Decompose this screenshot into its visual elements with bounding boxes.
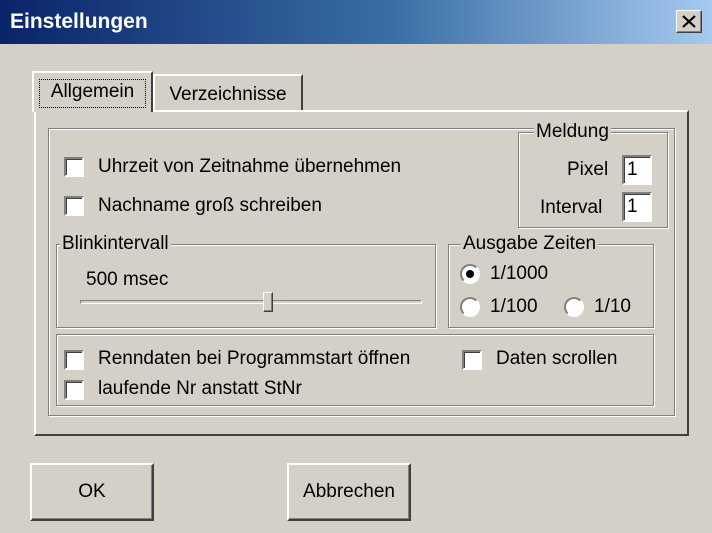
radio-1-10-label: 1/10 (594, 296, 631, 317)
close-button[interactable] (676, 10, 702, 33)
pixel-label: Pixel (567, 159, 609, 180)
tab-allgemein-label: Allgemein (50, 81, 135, 102)
pixel-input[interactable]: 1 (622, 155, 652, 185)
radio-selected-dot (466, 270, 474, 278)
nachname-label: Nachname groß schreiben (98, 195, 322, 216)
interval-label: Interval (540, 197, 603, 218)
window-title: Einstellungen (10, 10, 148, 33)
laufende-label: laufende Nr anstatt StNr (98, 378, 302, 399)
radio-1-1000-label: 1/1000 (490, 263, 549, 284)
meldung-legend: Meldung (534, 121, 611, 142)
radio-1-100-label: 1/100 (490, 296, 538, 317)
blink-slider[interactable] (80, 292, 422, 316)
interval-input[interactable]: 1 (622, 192, 652, 222)
renndaten-checkbox[interactable] (64, 350, 84, 370)
uhrzeit-label: Uhrzeit von Zeitnahme übernehmen (98, 156, 402, 177)
ausgabe-zeiten-legend: Ausgabe Zeiten (461, 233, 599, 254)
cancel-button[interactable]: Abbrechen (287, 463, 411, 521)
renndaten-label: Renndaten bei Programmstart öffnen (98, 348, 411, 369)
radio-1-100[interactable] (460, 297, 480, 317)
slider-track (80, 300, 422, 304)
laufende-checkbox[interactable] (64, 380, 84, 400)
scrollen-checkbox[interactable] (462, 350, 482, 370)
nachname-checkbox[interactable] (64, 196, 84, 216)
blinkintervall-legend: Blinkintervall (60, 233, 171, 254)
radio-1-1000[interactable] (460, 264, 480, 284)
tab-verzeichnisse-label: Verzeichnisse (169, 84, 287, 105)
ok-button[interactable]: OK (30, 463, 154, 521)
radio-1-10[interactable] (564, 297, 584, 317)
title-bar: Einstellungen (0, 0, 712, 44)
tab-verzeichnisse[interactable]: Verzeichnisse (153, 74, 303, 112)
tab-allgemein[interactable]: Allgemein (32, 71, 153, 112)
blink-value: 500 msec (86, 269, 169, 290)
uhrzeit-checkbox[interactable] (64, 157, 84, 177)
close-icon (682, 15, 696, 28)
scrollen-label: Daten scrollen (496, 348, 618, 369)
slider-thumb[interactable] (263, 292, 273, 312)
